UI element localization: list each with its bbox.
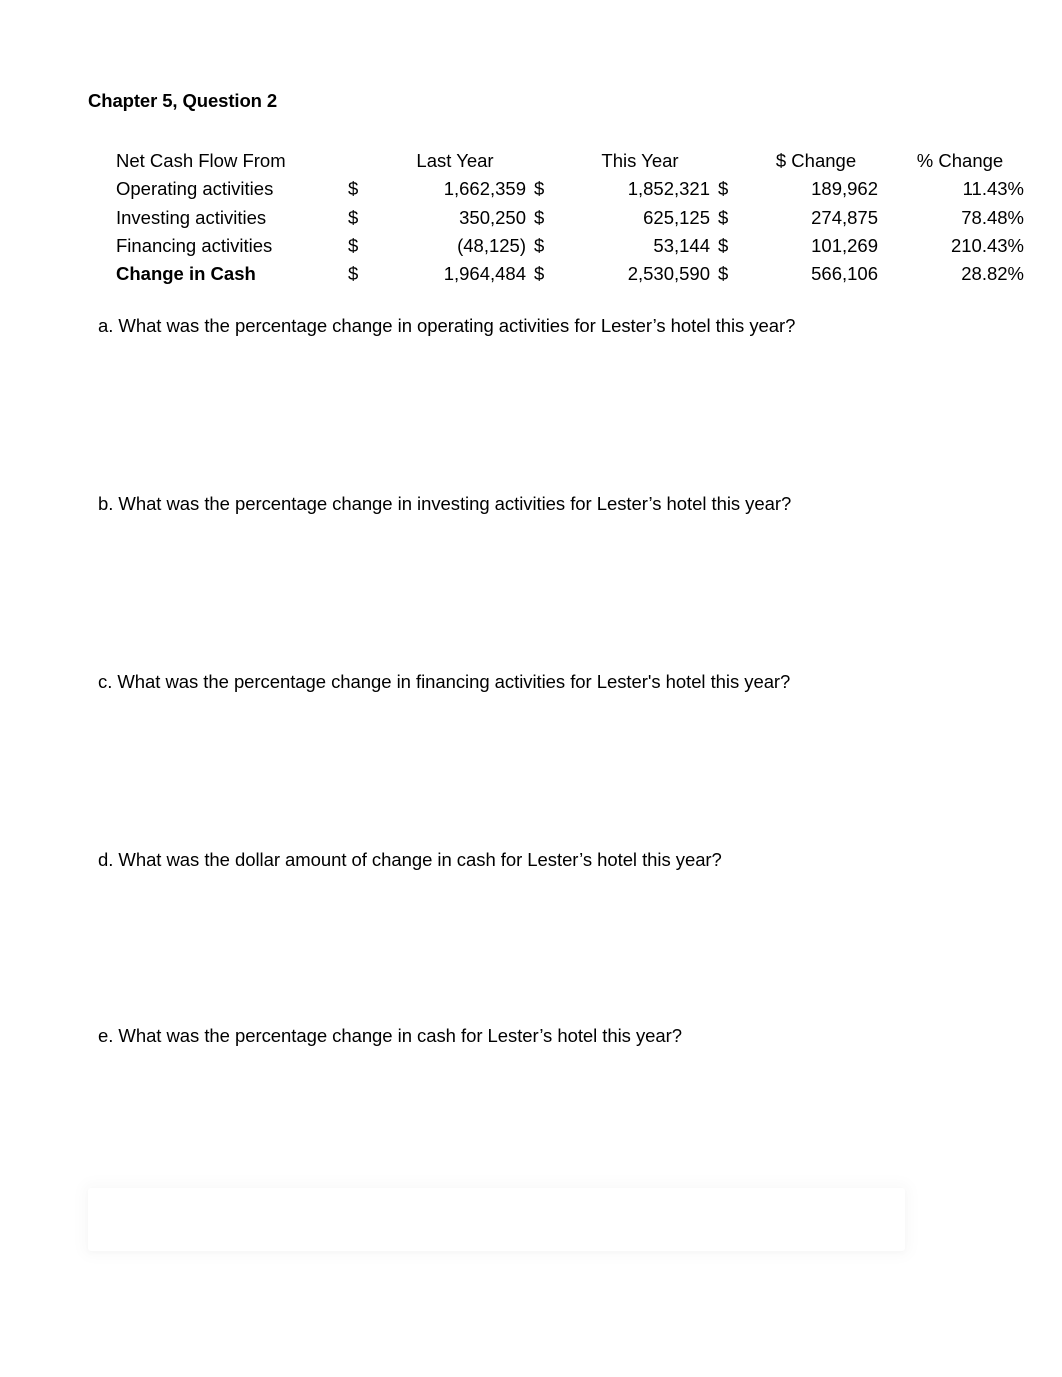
document-page: Chapter 5, Question 2 Net Cash Flow From…	[0, 0, 1062, 1377]
cell-dollar-change: 566,106	[811, 263, 878, 285]
currency-spacer-this-year	[534, 142, 570, 170]
currency-symbol-this-year: $	[534, 206, 545, 228]
cell-dollar-change: 274,875	[811, 206, 878, 228]
currency-spacer-dollar-change	[718, 142, 754, 170]
currency-symbol-last-year: $	[348, 178, 359, 200]
cell-this-year: 625,125	[643, 206, 710, 228]
question-c: c. What was the percentage change in fin…	[98, 671, 791, 692]
blank-answer-box	[88, 1188, 905, 1251]
currency-symbol-dollar-change: $	[718, 263, 729, 285]
column-header-percent-change: % Change	[916, 149, 1004, 171]
question-e: e. What was the percentage change in cas…	[98, 1025, 682, 1046]
column-header-this-year: This Year	[601, 149, 679, 171]
table-row: Financing activities $ (48,125) $ 53,144…	[116, 227, 1024, 255]
currency-symbol-dollar-change: $	[718, 178, 729, 200]
cell-last-year: 1,964,484	[443, 263, 526, 285]
question-d: d. What was the dollar amount of change …	[98, 849, 722, 870]
row-label: Investing activities	[116, 206, 267, 228]
cell-percent-change: 78.48%	[961, 206, 1024, 228]
page-title: Chapter 5, Question 2	[88, 90, 278, 111]
cash-flow-table: Net Cash Flow From Last Year This Year $…	[116, 142, 1024, 284]
column-header-net-cash-flow-from: Net Cash Flow From	[116, 149, 286, 171]
cell-dollar-change: 189,962	[811, 178, 878, 200]
cell-last-year: (48,125)	[457, 235, 526, 257]
column-header-dollar-change: $ Change	[775, 149, 857, 171]
currency-symbol-last-year: $	[348, 263, 359, 285]
table-row: Investing activities $ 350,250 $ 625,125…	[116, 199, 1024, 227]
row-label: Operating activities	[116, 178, 274, 200]
row-label: Financing activities	[116, 235, 273, 257]
currency-symbol-this-year: $	[534, 178, 545, 200]
currency-symbol-dollar-change: $	[718, 206, 729, 228]
question-b: b. What was the percentage change in inv…	[98, 493, 792, 514]
cell-percent-change: 28.82%	[961, 263, 1024, 285]
cell-last-year: 1,662,359	[443, 178, 526, 200]
question-a: a. What was the percentage change in ope…	[98, 315, 796, 336]
cell-percent-change: 210.43%	[950, 235, 1024, 257]
currency-symbol-this-year: $	[534, 263, 545, 285]
table-row: Operating activities $ 1,662,359 $ 1,852…	[116, 170, 1024, 198]
column-header-last-year: Last Year	[416, 149, 494, 171]
cell-this-year: 2,530,590	[627, 263, 710, 285]
cell-this-year: 1,852,321	[627, 178, 710, 200]
table-header-row: Net Cash Flow From Last Year This Year $…	[116, 142, 1024, 170]
currency-symbol-last-year: $	[348, 235, 359, 257]
currency-symbol-last-year: $	[348, 206, 359, 228]
currency-symbol-this-year: $	[534, 235, 545, 257]
cell-this-year: 53,144	[653, 235, 710, 257]
table-row-total: Change in Cash $ 1,964,484 $ 2,530,590 $…	[116, 256, 1024, 284]
row-label: Change in Cash	[116, 263, 256, 285]
cell-percent-change: 11.43%	[962, 178, 1024, 200]
cell-dollar-change: 101,269	[811, 235, 878, 257]
currency-symbol-dollar-change: $	[718, 235, 729, 257]
currency-spacer-last-year	[348, 142, 384, 170]
cell-last-year: 350,250	[459, 206, 526, 228]
